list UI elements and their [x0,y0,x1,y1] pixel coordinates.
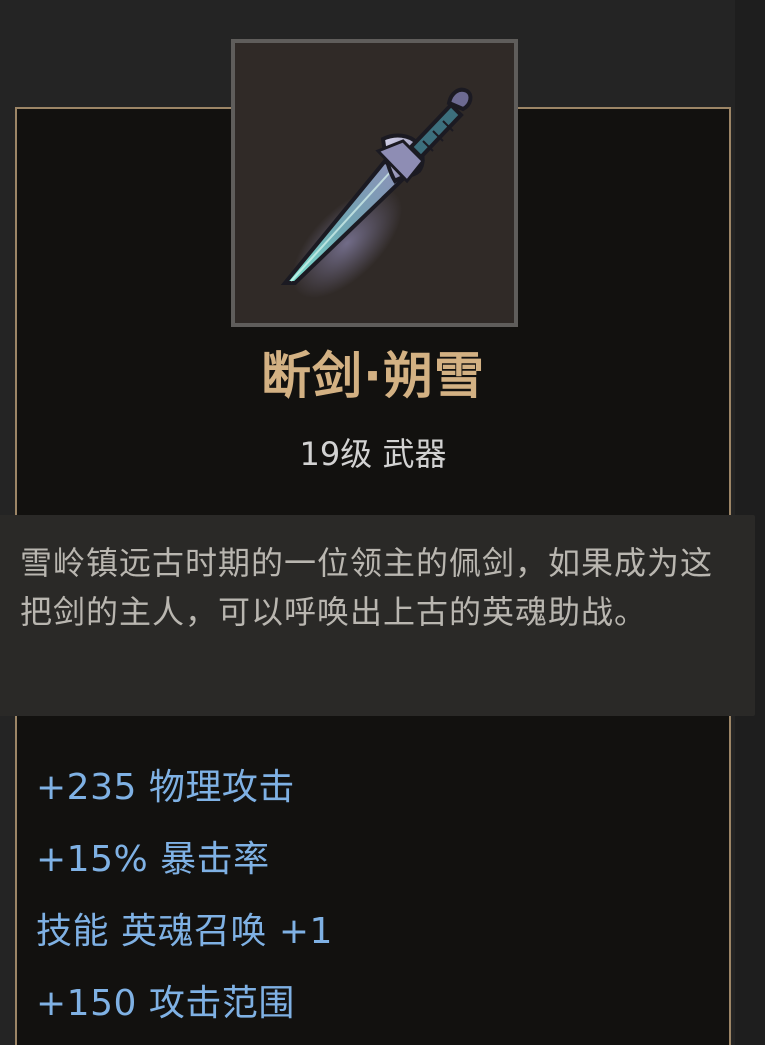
description-tooltip: 雪岭镇远古时期的一位领主的佩剑，如果成为这把剑的主人，可以呼唤出上古的英魂助战。 [0,515,755,716]
item-icon-frame[interactable] [231,39,518,327]
item-detail-screen: 断剑·朔雪 19级 武器 雪岭镇远古时期的一位领主的佩剑，如果成为这把剑的主人，… [0,0,765,1045]
item-description: 雪岭镇远古时期的一位领主的佩剑，如果成为这把剑的主人，可以呼唤出上古的英魂助战。 [20,544,714,631]
stat-skill-summon: 技能 英魂召唤 +1 [36,911,333,952]
stat-attack-range: +150 攻击范围 [36,983,295,1024]
stats-list: +235 物理攻击 +15% 暴击率 技能 英魂召唤 +1 +150 攻击范围 [36,752,716,1040]
stat-crit-rate: +15% 暴击率 [36,839,270,880]
broken-sword-icon [280,87,473,299]
item-level-type: 19级 武器 [299,435,447,473]
stat-physical-attack: +235 物理攻击 [36,767,295,808]
item-name: 断剑·朔雪 [261,347,485,405]
